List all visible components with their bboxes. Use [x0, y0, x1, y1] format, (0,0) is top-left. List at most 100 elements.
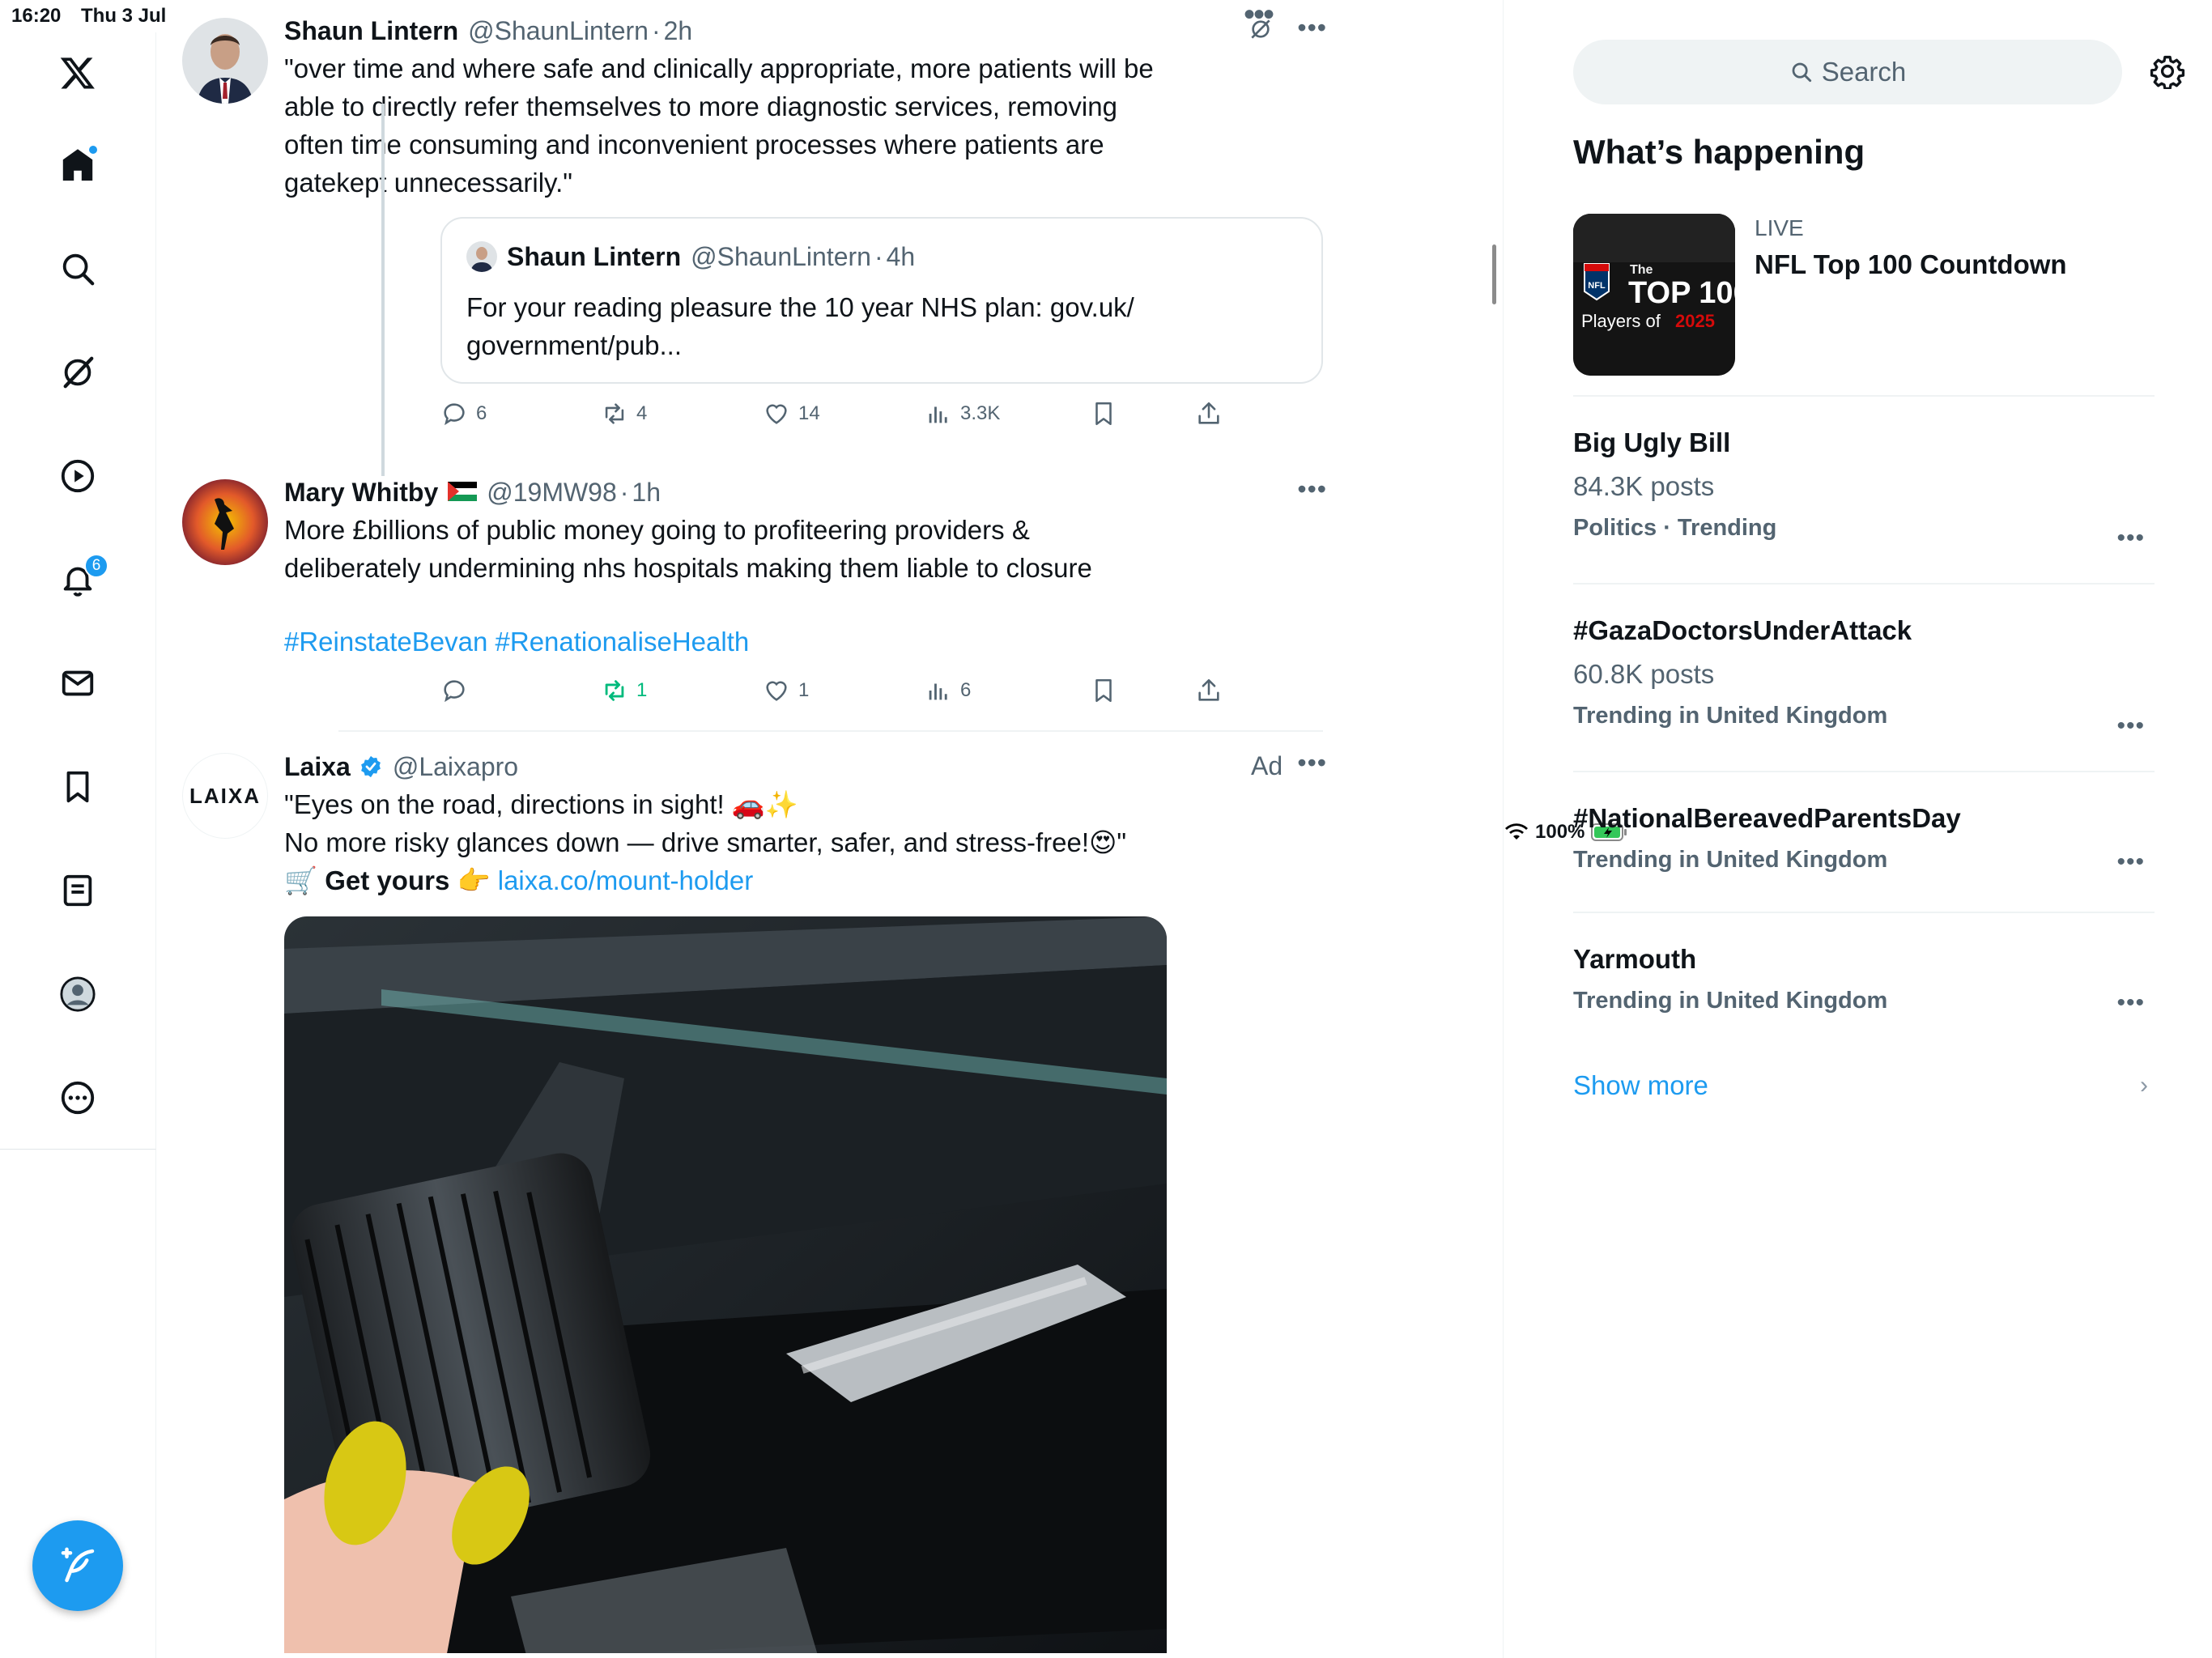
- thumb-year: 2025: [1675, 311, 1715, 331]
- explore-search-icon[interactable]: [45, 236, 110, 301]
- share-icon: [1198, 402, 1219, 424]
- search-icon: [1792, 62, 1811, 83]
- search-input[interactable]: Search: [1573, 40, 2122, 104]
- nfl-top100-thumbnail: NFL The TOP 100 Players of 2025: [1573, 214, 1735, 376]
- show-more-link[interactable]: Show more: [1573, 1070, 1708, 1101]
- trend-item[interactable]: #GazaDoctorsUnderAttack 60.8K posts Tren…: [1573, 615, 2155, 739]
- ad-video-frame: [284, 916, 1167, 1653]
- repost-count: 4: [636, 402, 648, 424]
- bookmarks-icon[interactable]: [45, 755, 110, 819]
- views-count: 3.3K: [960, 402, 1001, 424]
- like-button[interactable]: 14: [763, 400, 820, 427]
- chevron-right-icon[interactable]: ›: [2140, 1072, 2148, 1099]
- grok-icon[interactable]: [45, 340, 110, 405]
- trend-more-icon[interactable]: •••: [2116, 989, 2145, 1017]
- trend-name: Yarmouth: [1573, 944, 1697, 974]
- ad-video-media[interactable]: [284, 916, 1167, 1653]
- post-actions: 6 4 14 3.3K: [440, 400, 1250, 432]
- reply-icon: [444, 403, 465, 426]
- thumb-line-2: TOP 100: [1628, 276, 1735, 310]
- more-options-icon[interactable]: [45, 1065, 110, 1130]
- post-hashtags[interactable]: #ReinstateBevan #RenationaliseHealth: [284, 623, 1167, 661]
- bookmark-button[interactable]: [1090, 400, 1117, 427]
- trend-item[interactable]: Big Ugly Bill 84.3K posts Politics · Tre…: [1573, 427, 2155, 551]
- avatar-mary-whitby[interactable]: [182, 479, 268, 565]
- right-sidebar: Search What’s happening NFL The TOP 100 …: [1504, 0, 2212, 1658]
- author-handle[interactable]: @ShaunLintern: [468, 16, 649, 46]
- share-button[interactable]: [1195, 400, 1223, 427]
- trend-category: Trending in United Kingdom: [1573, 988, 1888, 1014]
- trend-item[interactable]: Yarmouth Trending in United Kingdom •••: [1573, 944, 2155, 1017]
- settings-gear-icon[interactable]: [2150, 53, 2185, 93]
- quoted-author-name: Shaun Lintern: [507, 241, 682, 271]
- share-button[interactable]: [1195, 677, 1223, 704]
- bookmark-button[interactable]: [1090, 677, 1117, 704]
- trend-name: #GazaDoctorsUnderAttack: [1573, 615, 1912, 645]
- trend-more-icon[interactable]: •••: [2116, 712, 2145, 740]
- bookmark-icon: [1095, 678, 1112, 703]
- notifications-bell-icon[interactable]: 6: [45, 547, 110, 612]
- post-more-icon[interactable]: •••: [1297, 13, 1327, 43]
- status-time: 16:20: [11, 5, 62, 27]
- trend-posts: 60.8K posts: [1573, 659, 1715, 689]
- profile-avatar-icon[interactable]: [45, 962, 110, 1027]
- reply-button[interactable]: 6: [440, 400, 487, 427]
- repost-button[interactable]: 4: [601, 400, 647, 427]
- share-icon: [1198, 678, 1219, 701]
- trend-name: #NationalBereavedParentsDay: [1573, 803, 1961, 833]
- compose-feather-icon: [61, 1547, 95, 1583]
- avatar-laixa[interactable]: LAIXA: [182, 753, 268, 839]
- search-placeholder: Search: [1821, 57, 1907, 87]
- author-name[interactable]: Laixa: [284, 752, 351, 782]
- reply-button[interactable]: [440, 677, 476, 704]
- whats-happening-title: What’s happening: [1573, 133, 1865, 171]
- reply-count: 6: [476, 402, 487, 424]
- live-title: NFL Top 100 Countdown: [1755, 249, 2067, 279]
- compose-post-button[interactable]: [32, 1520, 123, 1611]
- grok-explain-icon[interactable]: [1248, 16, 1280, 46]
- flag-icon: [448, 478, 478, 508]
- trend-divider: [1573, 912, 2155, 913]
- post-text: More £billions of public money going to …: [284, 515, 1092, 583]
- post-age[interactable]: 2h: [664, 16, 693, 46]
- quoted-post[interactable]: Shaun Lintern @ShaunLintern · 4h For you…: [440, 217, 1323, 384]
- x-logo-icon[interactable]: [45, 40, 110, 105]
- author-name[interactable]: Mary Whitby: [284, 478, 438, 508]
- ad-line-1: "Eyes on the road, directions in sight! …: [284, 789, 799, 819]
- bookmark-icon: [1095, 402, 1112, 426]
- ad-line-2: No more risky glances down — drive smart…: [284, 827, 1127, 857]
- like-count: 14: [798, 402, 820, 424]
- messages-envelope-icon[interactable]: [45, 651, 110, 716]
- home-new-dot: [87, 144, 99, 155]
- author-handle[interactable]: @19MW98: [487, 478, 617, 508]
- repost-button-active[interactable]: 1: [601, 677, 647, 704]
- verified-badge-icon: [359, 755, 383, 785]
- trend-item[interactable]: #NationalBereavedParentsDay Trending in …: [1573, 803, 2155, 876]
- trend-more-icon[interactable]: •••: [2116, 848, 2145, 876]
- post-age[interactable]: 1h: [632, 478, 661, 508]
- ad-label: Ad: [1251, 751, 1283, 780]
- ad-link[interactable]: laixa.co/mount-holder: [498, 865, 754, 895]
- live-event-card[interactable]: NFL The TOP 100 Players of 2025 LIVE NFL…: [1573, 214, 2155, 395]
- home-icon[interactable]: [45, 133, 110, 198]
- post-header: Mary Whitby @19MW98 · 1h: [284, 478, 661, 508]
- post-laixa-ad[interactable]: LAIXA Laixa @Laixapro "Eyes on the road,…: [182, 748, 1327, 1658]
- lists-icon[interactable]: [45, 858, 110, 923]
- video-play-icon[interactable]: [45, 444, 110, 508]
- scrollbar[interactable]: [1492, 244, 1496, 304]
- svg-text:NFL: NFL: [1588, 281, 1606, 291]
- post-header: Shaun Lintern @ShaunLintern · 2h: [284, 16, 693, 46]
- like-button[interactable]: 1: [763, 677, 809, 704]
- post-more-icon[interactable]: •••: [1297, 474, 1327, 504]
- live-label: LIVE: [1755, 215, 1804, 240]
- trend-more-icon[interactable]: •••: [2116, 525, 2145, 552]
- like-count: 1: [798, 679, 810, 701]
- trend-divider: [1573, 583, 2155, 585]
- views-button[interactable]: 6: [925, 677, 971, 704]
- views-button[interactable]: 3.3K: [925, 400, 1000, 427]
- quoted-post-age: 4h: [886, 241, 916, 271]
- avatar-shaun-lintern[interactable]: [182, 18, 268, 104]
- post-more-icon[interactable]: •••: [1297, 748, 1327, 778]
- author-name[interactable]: Shaun Lintern: [284, 16, 458, 46]
- author-handle[interactable]: @Laixapro: [393, 752, 518, 782]
